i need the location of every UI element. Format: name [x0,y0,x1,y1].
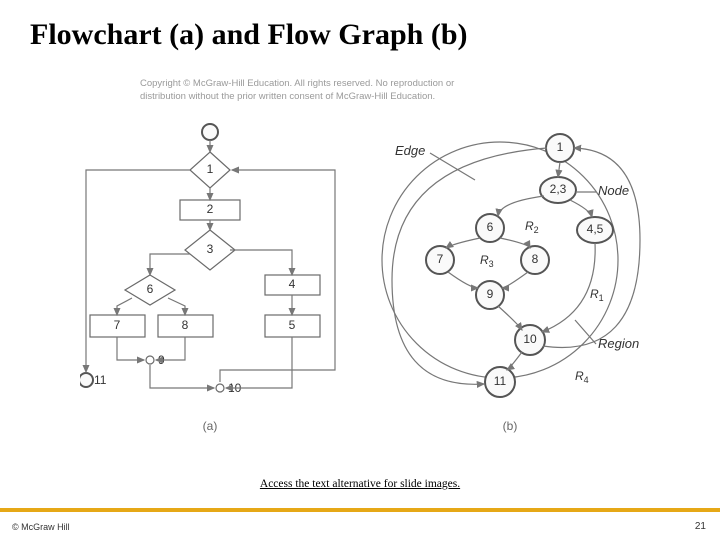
copyright-line2: distribution without the prior written c… [140,91,435,102]
region-r2: R2 [525,219,539,235]
gedge-10-11 [507,352,522,370]
node-6-label: 6 [487,220,494,234]
node-4-5-label: 4,5 [587,222,604,236]
end-node-11 [80,373,93,387]
gedge-7-9 [448,272,478,288]
copyright-line1: Copyright © McGraw-Hill Education. All r… [140,78,454,89]
decision-1-label: 1 [207,162,214,176]
node-7-label: 7 [437,252,444,266]
node-11-label: 11 [494,374,507,388]
gedge-45-10 [542,243,595,332]
node-9-label: 9 [487,287,494,301]
edge-9-10 [150,365,214,388]
edge-3-4 [230,250,292,275]
slide-title: Flowchart (a) and Flow Graph (b) [30,18,468,52]
region-r3: R3 [480,253,494,269]
annotation-edge: Edge [395,143,425,158]
page-number: 21 [695,521,706,532]
connector-9 [146,356,154,364]
end-node-11-label: 11 [94,373,107,387]
decision-3-label: 3 [207,242,214,256]
node-10-label: 10 [523,332,537,346]
diagram-figure: 1 2 3 4 5 6 7 8 9 10 [80,120,650,450]
node-2-3-label: 2,3 [550,182,567,196]
process-6-label: 6 [147,282,154,296]
process-8-label: 8 [182,318,189,332]
footer: © McGraw Hill 21 [0,512,720,540]
region-r1: R1 [590,287,604,303]
gedge-1-23 [558,162,560,177]
flowchart-caption: (a) [203,419,218,433]
flowchart-a: 1 2 3 4 5 6 7 8 9 10 [80,124,335,433]
gedge-6-8 [500,238,530,248]
edge-6-8 [168,298,185,315]
text-alternative-link[interactable]: Access the text alternative for slide im… [0,478,720,490]
flowgraph-b: 1 2,3 4,5 6 7 8 9 10 11 R2 R3 R1 R4 Edge [382,134,640,433]
process-2-label: 2 [207,202,214,216]
gedge-9-10 [498,306,522,330]
region-boundary [382,142,618,378]
edge-1-11 [86,170,190,372]
process-4-label: 4 [289,277,296,291]
annotation-edge-pointer [430,153,475,180]
image-copyright: Copyright © McGraw-Hill Education. All r… [140,78,454,104]
node-8-label: 8 [532,252,539,266]
edge-6-7 [117,298,132,315]
flowgraph-caption: (b) [503,419,518,433]
process-5-label: 5 [289,318,296,332]
footer-copyright: © McGraw Hill [12,522,70,532]
edge-7-9 [117,337,144,360]
process-7-label: 7 [114,318,121,332]
node-1-label: 1 [557,140,564,154]
edge-3-6 [150,254,190,275]
annotation-node: Node [598,183,629,198]
gedge-6-7 [446,238,480,248]
gedge-8-9 [502,272,528,288]
connector-10 [216,384,224,392]
annotation-region: Region [598,336,639,351]
gedge-23-45 [570,200,592,217]
region-r4: R4 [575,369,589,385]
start-node [202,124,218,140]
gedge-23-6 [498,196,544,216]
